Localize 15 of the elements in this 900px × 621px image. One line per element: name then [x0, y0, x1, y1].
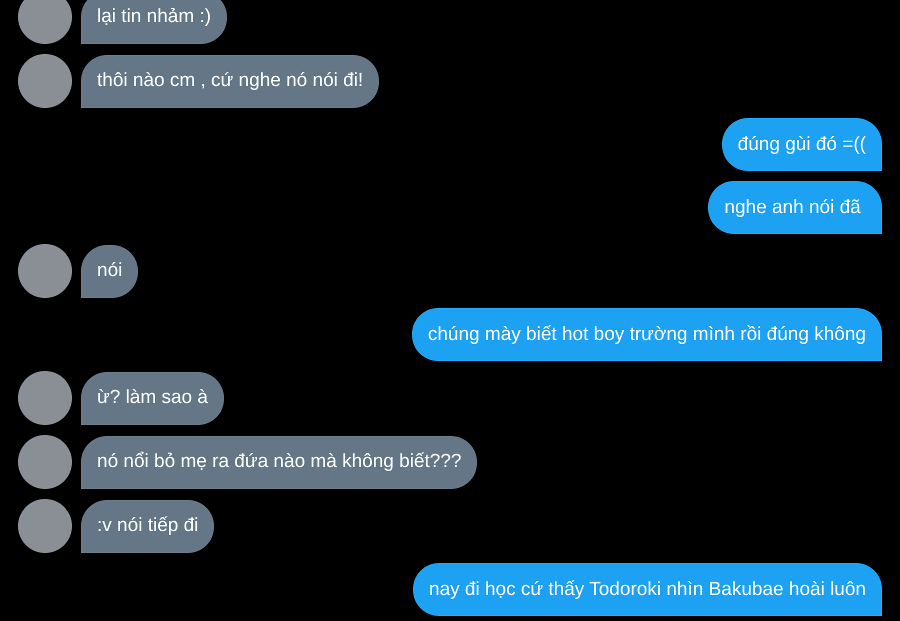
received-message: nó nổi bỏ mẹ ra đứa nào mà không biết??? [81, 436, 478, 488]
received-message: thôi nào cm , cứ nghe nó nói đi! [81, 54, 380, 108]
avatar-icon [18, 54, 72, 108]
sent-message: chúng mày biết hot boy trường mình rồi đúng không [412, 308, 882, 361]
avatar-icon [18, 435, 72, 489]
avatar-icon [18, 244, 72, 298]
received-message: :v nói tiếp đi [81, 500, 214, 552]
received-message: ừ? làm sao à [81, 372, 224, 424]
sent-message: đúng gùi đó =(( [722, 118, 882, 171]
received-message: lại tin nhảm :) [81, 0, 228, 44]
sent-message: nghe anh nói đã [708, 181, 882, 234]
avatar-icon [18, 371, 72, 425]
received-message: nói [81, 244, 138, 298]
sent-message: nay đi học cứ thấy Todoroki nhìn Bakubae hoài luôn [413, 563, 882, 616]
avatar-icon [18, 0, 72, 44]
